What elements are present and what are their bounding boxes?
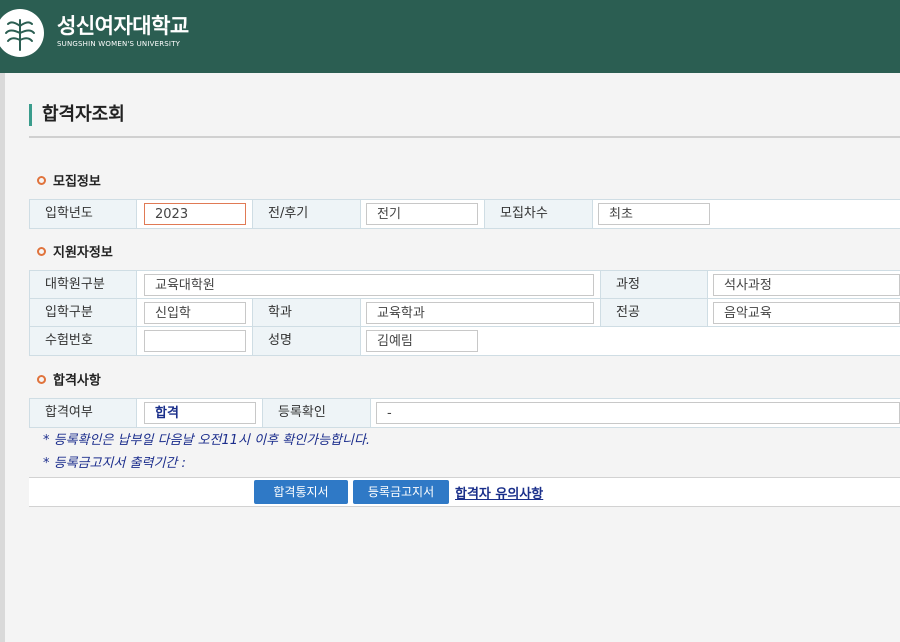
- tuition-bill-button[interactable]: 등록금고지서: [353, 480, 449, 504]
- year-field[interactable]: 2023: [144, 203, 246, 225]
- round-field[interactable]: 최초: [598, 203, 710, 225]
- result-section-heading: 합격사항: [37, 371, 101, 391]
- round-label: 모집차수: [484, 200, 593, 228]
- title-divider: [29, 136, 900, 138]
- pass-letter-button[interactable]: 합격통지서: [254, 480, 348, 504]
- pass-status-label: 합격여부: [29, 399, 137, 427]
- term-field[interactable]: 전기: [366, 203, 478, 225]
- admission-type-label: 입학구분: [29, 299, 137, 327]
- recruit-info-row: 입학년도 2023 전/후기 전기 모집차수 최초: [29, 199, 900, 229]
- year-label: 입학년도: [29, 200, 137, 228]
- term-label: 전/후기: [252, 200, 361, 228]
- university-emblem-icon[interactable]: [0, 6, 48, 60]
- course-label: 과정: [600, 271, 708, 299]
- university-name: 성신여자대학교: [57, 14, 189, 38]
- grad-school-label: 대학원구분: [29, 271, 137, 299]
- tuition-print-period-note: * 등록금고지서 출력기간 :: [43, 456, 186, 471]
- left-edge-bar: [0, 73, 5, 642]
- name-field[interactable]: 김예림: [366, 330, 478, 352]
- name-label: 성명: [252, 327, 361, 355]
- course-field[interactable]: 석사과정: [713, 274, 900, 296]
- registration-note: * 등록확인은 납부일 다음날 오전11시 이후 확인가능합니다.: [43, 433, 371, 448]
- action-bar: 합격통지서 등록금고지서 합격자 유의사항: [29, 477, 900, 507]
- bullet-icon: [37, 375, 46, 384]
- applicant-row-1: 대학원구분 교육대학원 과정 석사과정: [29, 270, 900, 299]
- registration-label: 등록확인: [262, 399, 371, 427]
- department-label: 학과: [252, 299, 361, 327]
- pass-status-field[interactable]: 합격: [144, 402, 256, 424]
- university-name-en: SUNGSHIN WOMEN'S UNIVERSITY: [57, 40, 181, 48]
- university-logo[interactable]: 성신여자대학교 SUNGSHIN WOMEN'S UNIVERSITY: [57, 13, 189, 48]
- major-label: 전공: [600, 299, 708, 327]
- exam-number-label: 수험번호: [29, 327, 137, 355]
- registration-field[interactable]: -: [376, 402, 900, 424]
- admission-type-field[interactable]: 신입학: [144, 302, 246, 324]
- site-header: 성신여자대학교 SUNGSHIN WOMEN'S UNIVERSITY: [0, 0, 900, 73]
- applicant-section-heading: 지원자정보: [37, 243, 113, 263]
- result-row: 합격여부 합격 등록확인 -: [29, 398, 900, 428]
- section-title: 지원자정보: [53, 245, 113, 261]
- notice-link[interactable]: 합격자 유의사항: [455, 483, 543, 502]
- applicant-row-3: 수험번호 성명 김예림: [29, 326, 900, 356]
- bullet-icon: [37, 176, 46, 185]
- department-field[interactable]: 교육학과: [366, 302, 594, 324]
- page-title: 합격자조회: [29, 104, 125, 126]
- section-title: 합격사항: [53, 373, 101, 389]
- exam-number-field[interactable]: [144, 330, 246, 352]
- major-field[interactable]: 음악교육: [713, 302, 900, 324]
- applicant-row-2: 입학구분 신입학 학과 교육학과 전공 음악교육: [29, 298, 900, 327]
- recruit-section-heading: 모집정보: [37, 172, 101, 192]
- section-title: 모집정보: [53, 174, 101, 190]
- bullet-icon: [37, 247, 46, 256]
- grad-school-field[interactable]: 교육대학원: [144, 274, 594, 296]
